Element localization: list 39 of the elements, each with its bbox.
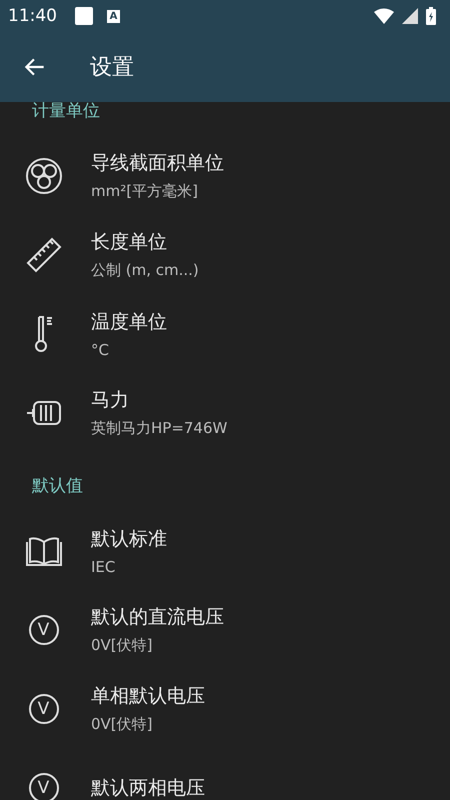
item-title: 单相默认电压 xyxy=(91,684,205,709)
settings-item[interactable]: 温度单位 °C xyxy=(0,294,450,373)
settings-item[interactable]: V 默认的直流电压 0V[伏特] xyxy=(0,590,450,669)
item-value: 公制 (m, cm...) xyxy=(91,261,199,280)
signal-icon xyxy=(402,8,418,24)
item-value: 英制马力HP=746W xyxy=(91,419,228,438)
notification-icon: A xyxy=(107,10,120,22)
cable-cross-section-icon xyxy=(24,156,62,194)
item-title: 导线截面积单位 xyxy=(91,151,224,176)
voltage-icon: V xyxy=(28,694,58,724)
settings-item[interactable]: 马力 英制马力HP=746W xyxy=(0,373,450,452)
status-time: 11:40 xyxy=(8,6,57,26)
item-value: 0V[伏特] xyxy=(91,715,153,734)
item-title: 默认的直流电压 xyxy=(91,605,224,630)
ruler-icon xyxy=(26,236,62,272)
item-value: °C xyxy=(91,340,109,358)
item-title: 默认标准 xyxy=(91,526,167,552)
item-title: 温度单位 xyxy=(91,310,167,334)
screen-title: 设置 xyxy=(90,54,134,82)
section-header: 默认值 xyxy=(31,475,84,498)
item-value: 0V[伏特] xyxy=(91,636,153,655)
item-value: IEC xyxy=(91,558,116,576)
voltage-icon: V xyxy=(28,772,58,800)
settings-item[interactable]: 导线截面积单位 mm²[平方毫米] xyxy=(0,136,450,215)
settings-item[interactable]: 长度单位 公制 (m, cm...) xyxy=(0,215,450,294)
motor-icon xyxy=(26,398,62,426)
settings-item[interactable]: 默认标准 IEC xyxy=(0,511,450,590)
settings-item[interactable]: V 默认两相电压 xyxy=(0,748,450,800)
item-title: 默认两相电压 xyxy=(91,776,205,800)
voltage-icon: V xyxy=(28,614,58,644)
item-title: 马力 xyxy=(91,388,129,413)
section-header: 计量单位 xyxy=(31,102,101,123)
item-title: 长度单位 xyxy=(91,230,167,255)
battery-icon xyxy=(426,7,436,25)
item-value: mm²[平方毫米] xyxy=(91,182,198,201)
book-icon xyxy=(26,536,62,566)
wifi-icon xyxy=(374,8,394,24)
settings-item[interactable]: V 单相默认电压 0V[伏特] xyxy=(0,669,450,748)
thermometer-icon xyxy=(34,314,54,352)
